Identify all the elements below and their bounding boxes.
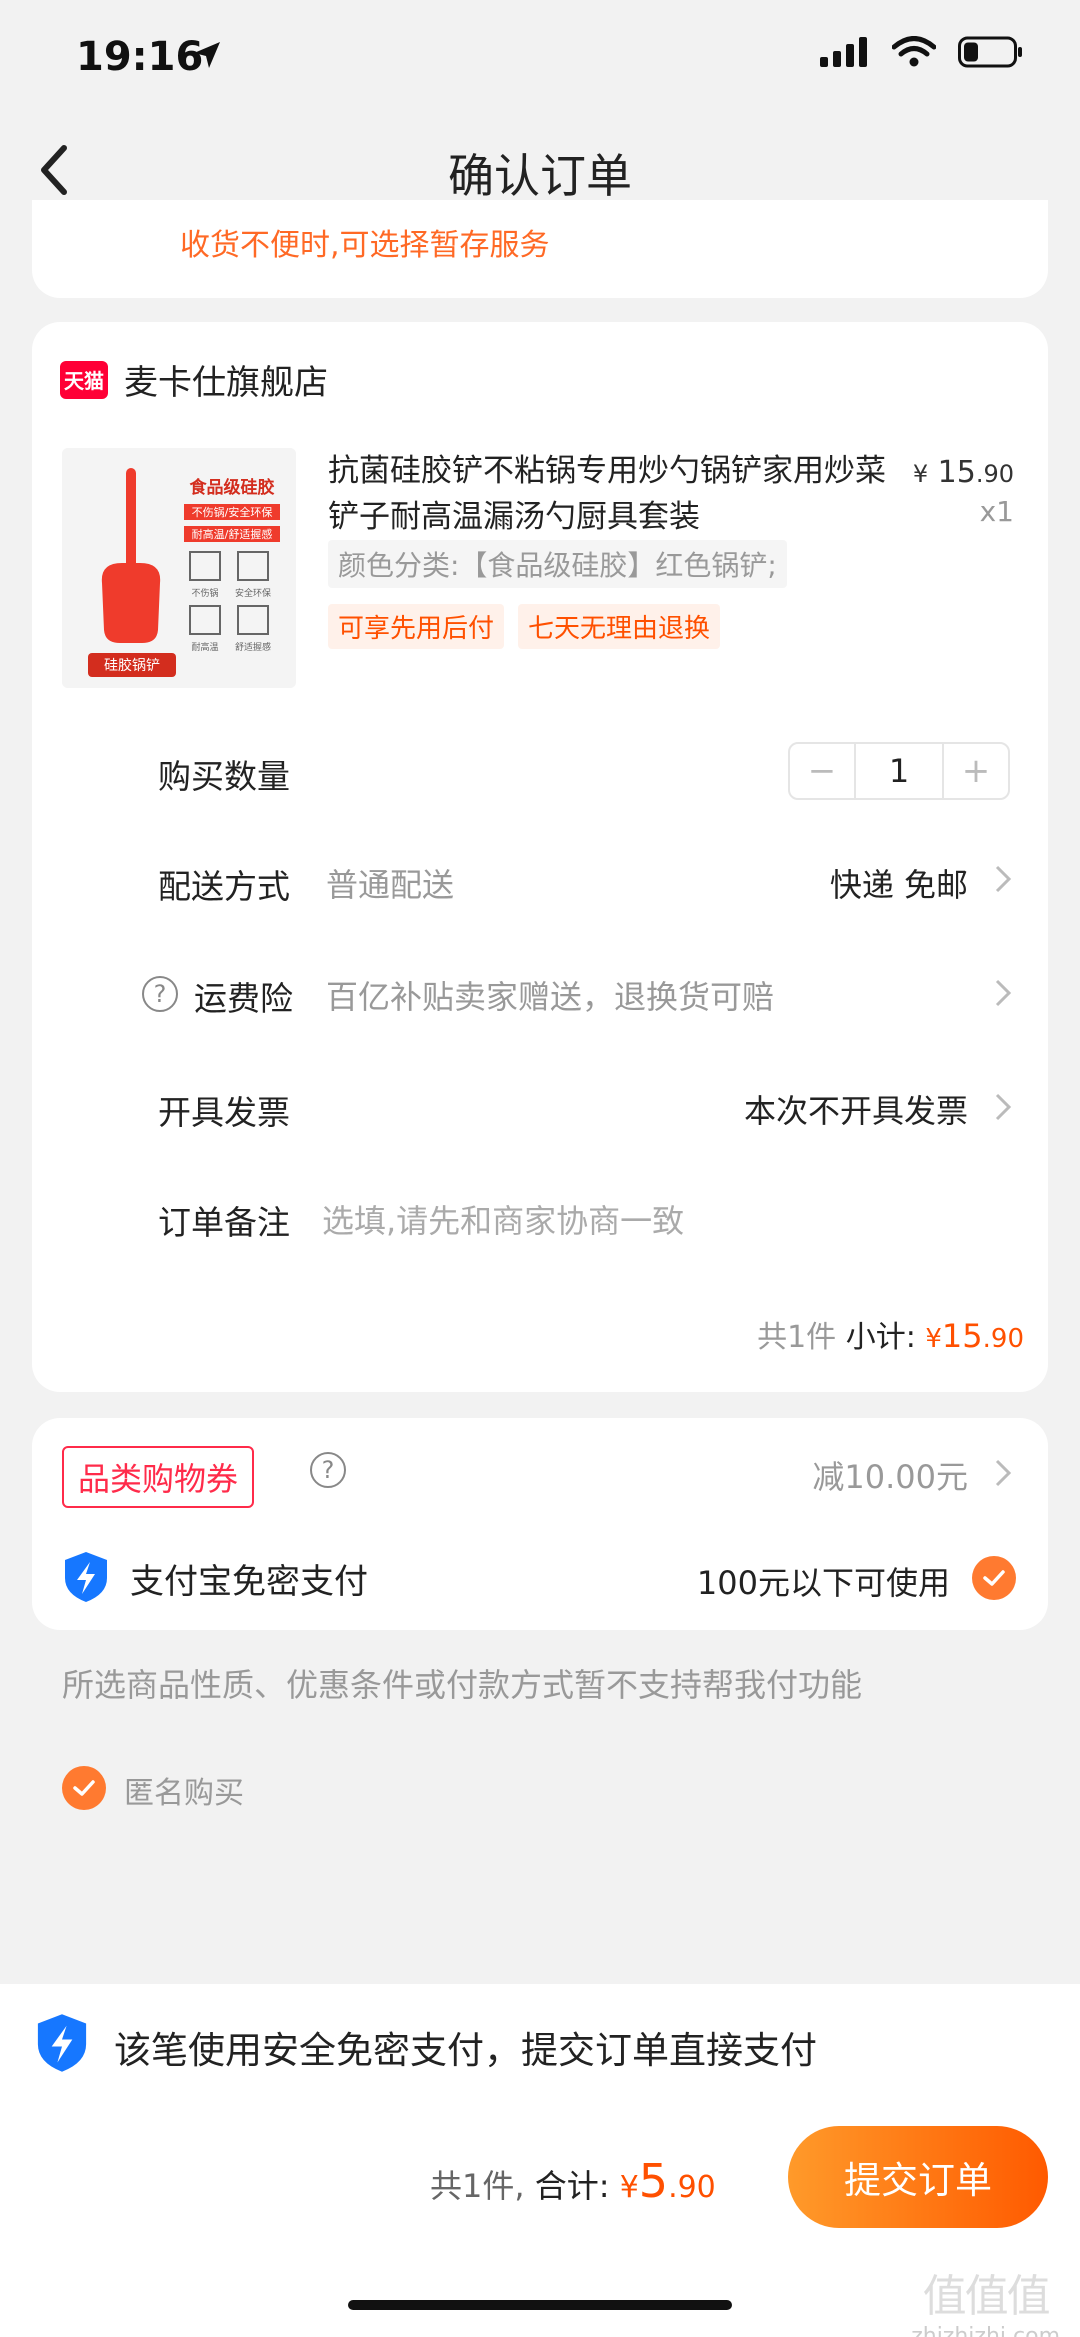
image-caption: 硅胶锅铲 <box>104 657 160 674</box>
home-indicator[interactable] <box>348 2300 732 2310</box>
submit-order-button[interactable]: 提交订单 <box>788 2126 1048 2228</box>
image-line1: 不伤锅/安全环保 <box>192 505 273 519</box>
subtotal-int: 15 <box>941 1317 983 1355</box>
delivery-hint[interactable]: 收货不便时,可选择暂存服务 <box>180 220 550 264</box>
watermark: 值值值 zhizhizhi.com <box>911 2260 1060 2337</box>
quantity-value[interactable]: 1 <box>854 744 944 798</box>
invoice-option[interactable]: 本次不开具发票 <box>744 1086 968 1132</box>
price-dec: .90 <box>975 460 1014 488</box>
delivery-label: 配送方式 <box>158 867 290 906</box>
order-total: 共1件, 合计: ¥5.90 <box>430 2154 716 2208</box>
total-symbol: ¥ <box>619 2170 639 2205</box>
store-header[interactable]: 天猫 麦卡仕旗舰店 <box>60 355 328 404</box>
insurance-value: 百亿补贴卖家赠送，退换货可赔 <box>326 978 775 1016</box>
signal-icon <box>820 37 867 67</box>
tmall-logo-icon: 天猫 <box>60 360 108 399</box>
note-label: 订单备注 <box>158 1203 290 1242</box>
tag-pay-later: 可享先用后付 <box>328 604 505 649</box>
increment-button[interactable]: + <box>944 744 1008 798</box>
service-tags: 可享先用后付 七天无理由退换 <box>328 604 721 649</box>
total-count: 共1件, <box>430 2167 525 2205</box>
location-arrow-icon <box>194 42 220 68</box>
spatula-image: 硅胶锅铲 食品级硅胶 不伤锅/安全环保 耐高温/舒适握感 不伤锅 安全环保 耐高… <box>62 448 296 688</box>
product-title[interactable]: 抗菌硅胶铲不粘锅专用炒勺锅铲家用炒菜铲子耐高温漏汤勺厨具套装 <box>328 448 888 540</box>
header: 19:16 确认订单 <box>0 0 1080 232</box>
invoice-label: 开具发票 <box>158 1093 290 1132</box>
decrement-button[interactable]: − <box>790 744 854 798</box>
image-line2: 耐高温/舒适握感 <box>192 527 273 541</box>
total-dec: .90 <box>668 2170 716 2205</box>
product-spec[interactable]: 颜色分类:【食品级硅胶】红色锅铲; <box>328 540 787 588</box>
subtotal-symbol: ¥ <box>925 1324 942 1354</box>
image-feature-2: 安全环保 <box>235 587 271 599</box>
status-time: 19:16 <box>76 34 204 80</box>
subtotal-label: 小计: <box>845 1320 916 1355</box>
help-pay-notice: 所选商品性质、优惠条件或付款方式暂不支持帮我付功能 <box>62 1666 863 1704</box>
total-int: 5 <box>638 2154 669 2208</box>
quantity-stepper: − 1 + <box>788 742 1010 800</box>
delivery-option[interactable]: 快递 免邮 <box>830 860 968 906</box>
insurance-label: 运费险 <box>194 979 293 1018</box>
watermark-logo: 值值值 <box>922 2271 1051 2322</box>
note-input[interactable]: 选填,请先和商家协商一致 <box>322 1196 684 1242</box>
wifi-icon <box>892 36 936 67</box>
alipay-label: 支付宝免密支付 <box>130 1562 368 1602</box>
chevron-right-icon[interactable] <box>994 864 1012 894</box>
alipay-limit: 100元以下可使用 <box>696 1564 950 1602</box>
total-label: 合计: <box>534 2167 610 2205</box>
anonymous-label[interactable]: 匿名购买 <box>124 1768 244 1812</box>
status-icons <box>820 36 1024 68</box>
tag-seven-day-return: 七天无理由退换 <box>518 604 721 649</box>
price-int: 15 <box>937 455 976 490</box>
quantity-label: 购买数量 <box>158 757 290 796</box>
subtotal: 共1件 小计: ¥15.90 <box>757 1312 1024 1356</box>
coupon-badge: 品类购物券 <box>62 1446 255 1508</box>
chevron-right-icon[interactable] <box>994 978 1012 1008</box>
page-title: 确认订单 <box>448 149 632 203</box>
price-symbol: ¥ <box>912 460 929 488</box>
alipay-check-icon[interactable] <box>972 1556 1016 1600</box>
secure-shield-icon <box>37 2014 87 2072</box>
store-name: 麦卡仕旗舰店 <box>124 363 328 403</box>
image-feature-4: 舒适握感 <box>235 641 271 653</box>
image-feature-1: 不伤锅 <box>191 587 218 599</box>
image-title: 食品级硅胶 <box>190 477 275 498</box>
chevron-right-icon[interactable] <box>994 1458 1012 1488</box>
help-icon[interactable]: ? <box>310 1452 346 1488</box>
coupon-value[interactable]: 减10.00元 <box>812 1452 968 1498</box>
delivery-value: 普通配送 <box>326 866 455 904</box>
product-qty: x1 <box>979 495 1014 528</box>
subtotal-dec: .90 <box>982 1324 1024 1354</box>
secure-pay-text: 该笔使用安全免密支付，提交订单直接支付 <box>114 2029 817 2072</box>
product-image[interactable]: 硅胶锅铲 食品级硅胶 不伤锅/安全环保 耐高温/舒适握感 不伤锅 安全环保 耐高… <box>62 448 296 688</box>
chevron-right-icon[interactable] <box>994 1092 1012 1122</box>
image-feature-3: 耐高温 <box>191 641 218 653</box>
alipay-shield-icon <box>65 1552 107 1602</box>
help-icon[interactable]: ? <box>142 976 178 1012</box>
product-price: ¥ 15.90 <box>913 455 1014 490</box>
anonymous-check-icon[interactable] <box>62 1766 106 1810</box>
battery-icon <box>958 36 1022 68</box>
subtotal-count: 共1件 <box>757 1320 837 1355</box>
watermark-url: zhizhizhi.com <box>911 2324 1060 2337</box>
